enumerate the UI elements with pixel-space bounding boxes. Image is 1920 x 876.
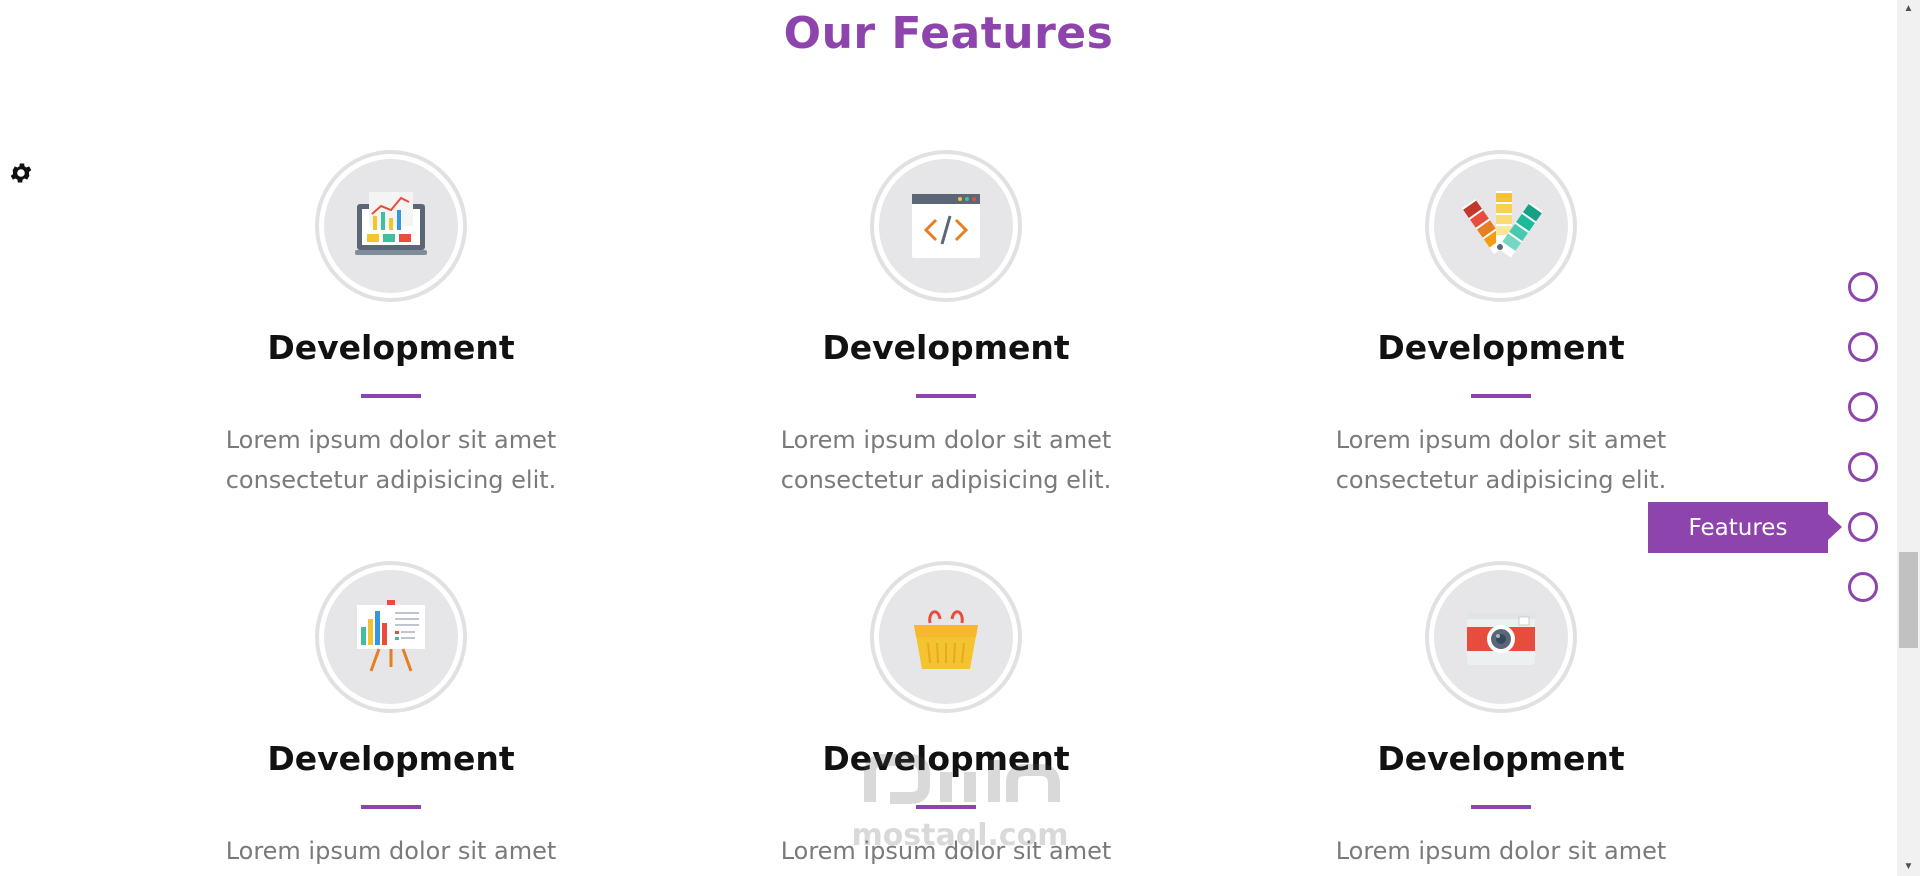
features-grid: Development Lorem ipsum dolor sit amet c…: [0, 0, 1897, 876]
feature-card: Development Lorem ipsum dolor sit amet c…: [746, 154, 1146, 500]
feature-title: Development: [267, 328, 515, 367]
feature-title: Development: [1377, 739, 1625, 778]
feature-card: Development Lorem ipsum dolor sit amet: [191, 565, 591, 871]
presentation-board-icon: [319, 565, 463, 709]
camera-icon: [1429, 565, 1573, 709]
code-window-icon: [874, 154, 1018, 298]
color-swatches-icon: [1429, 154, 1573, 298]
title-underline: [1471, 394, 1531, 398]
feature-title: Development: [822, 739, 1070, 778]
title-underline: [361, 394, 421, 398]
feature-text: Lorem ipsum dolor sit amet consectetur a…: [225, 426, 557, 494]
nav-dot-1[interactable]: [1848, 272, 1878, 302]
title-underline: [916, 805, 976, 809]
feature-title: Development: [822, 328, 1070, 367]
section-nav-dots: [1848, 272, 1880, 632]
feature-card: Development Lorem ipsum dolor sit amet c…: [191, 154, 591, 500]
nav-dot-2[interactable]: [1848, 332, 1878, 362]
feature-text: Lorem ipsum dolor sit amet: [1335, 837, 1667, 865]
vertical-scrollbar[interactable]: ▲ ▼: [1897, 0, 1920, 876]
title-underline: [361, 805, 421, 809]
scroll-down-arrow-icon[interactable]: ▼: [1897, 858, 1920, 876]
shopping-basket-icon: [874, 565, 1018, 709]
nav-dot-5-features[interactable]: [1848, 512, 1878, 542]
feature-card: Development Lorem ipsum dolor sit amet: [1301, 565, 1701, 871]
nav-dot-3[interactable]: [1848, 392, 1878, 422]
feature-title: Development: [267, 739, 515, 778]
nav-dot-tooltip: Features: [1648, 502, 1842, 553]
feature-text: Lorem ipsum dolor sit amet: [780, 837, 1112, 865]
title-underline: [916, 394, 976, 398]
feature-title: Development: [1377, 328, 1625, 367]
scrollbar-thumb[interactable]: [1899, 552, 1918, 648]
feature-card: Development Lorem ipsum dolor sit amet: [746, 565, 1146, 871]
dashboard-chart-icon: [319, 154, 463, 298]
nav-dot-4[interactable]: [1848, 452, 1878, 482]
feature-text: Lorem ipsum dolor sit amet consectetur a…: [780, 426, 1112, 494]
feature-text: Lorem ipsum dolor sit amet consectetur a…: [1335, 426, 1667, 494]
nav-dot-6[interactable]: [1848, 572, 1878, 602]
feature-card: Development Lorem ipsum dolor sit amet c…: [1301, 154, 1701, 500]
page: Our Features Development Lorem ipsum dol…: [0, 0, 1897, 876]
scroll-up-arrow-icon[interactable]: ▲: [1897, 0, 1920, 18]
feature-text: Lorem ipsum dolor sit amet: [225, 837, 557, 865]
title-underline: [1471, 805, 1531, 809]
